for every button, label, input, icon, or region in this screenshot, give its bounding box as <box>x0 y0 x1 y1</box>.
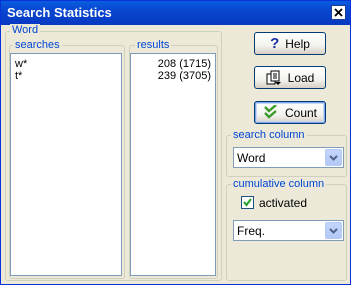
cumulative-column-select[interactable]: Freq. <box>233 220 344 241</box>
double-check-icon <box>264 105 277 119</box>
searches-list[interactable]: w* t* <box>10 53 122 276</box>
search-column-label: search column <box>231 129 307 141</box>
title-bar[interactable]: Search Statistics <box>1 1 350 25</box>
results-list[interactable]: 208 (1715) 239 (3705) <box>130 53 216 276</box>
load-icon <box>266 70 281 85</box>
result-item[interactable]: 239 (3705) <box>131 70 215 82</box>
window-title: Search Statistics <box>7 5 112 20</box>
load-button-label: Load <box>287 70 315 85</box>
cumulative-column-value: Freq. <box>237 224 266 238</box>
cumulative-column-dropdown-button[interactable] <box>325 222 342 239</box>
help-button-label: Help <box>285 36 310 51</box>
activated-checkbox[interactable] <box>241 196 254 209</box>
count-button-label: Count <box>284 105 318 120</box>
load-button[interactable]: Load <box>254 66 326 89</box>
chevron-down-icon <box>329 227 338 234</box>
search-column-dropdown-button[interactable] <box>325 149 342 166</box>
help-button[interactable]: ? Help <box>254 32 326 55</box>
close-icon <box>334 8 343 17</box>
help-icon: ? <box>270 34 280 52</box>
checkmark-icon <box>243 198 252 207</box>
close-button[interactable] <box>331 5 346 20</box>
activated-label[interactable]: activated <box>259 196 307 210</box>
searches-label: searches <box>13 39 62 51</box>
search-term-item[interactable]: w* <box>15 58 121 70</box>
cumulative-column-label: cumulative column <box>231 178 327 190</box>
result-item[interactable]: 208 (1715) <box>131 58 215 70</box>
count-button[interactable]: Count <box>254 101 326 124</box>
chevron-down-icon <box>329 154 338 161</box>
results-label: results <box>135 39 172 51</box>
search-column-select[interactable]: Word <box>233 147 344 168</box>
search-column-value: Word <box>237 151 266 165</box>
search-statistics-window: Search Statistics Word searches w* t* re… <box>0 0 351 285</box>
search-term-item[interactable]: t* <box>15 70 121 82</box>
word-group-label: Word <box>10 24 41 36</box>
